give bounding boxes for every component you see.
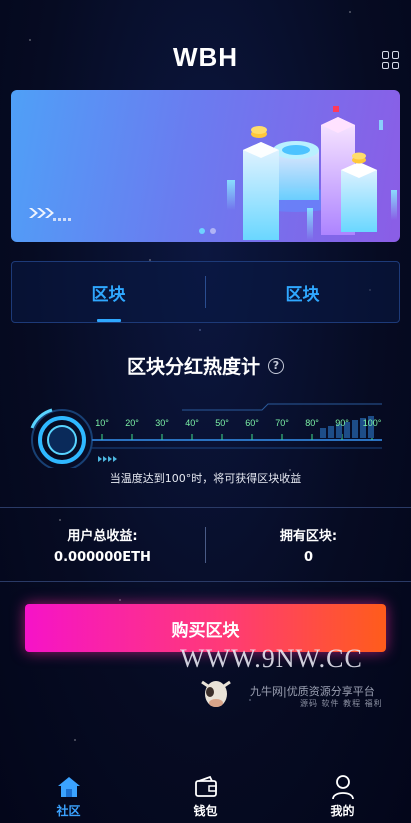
cow-logo-icon xyxy=(201,680,231,707)
stat-total-earnings: 用户总收益: 0.000000ETH xyxy=(0,525,205,565)
tick-label: 70° xyxy=(275,418,289,428)
tab-bar: 区块 区块 xyxy=(11,261,400,323)
tick-label: 100° xyxy=(362,418,382,428)
tab-block-second[interactable]: 区块 xyxy=(206,262,399,322)
carousel-dots xyxy=(199,228,216,234)
nav-item-profile[interactable]: 我的 xyxy=(303,768,383,819)
tick-label: 60° xyxy=(245,418,259,428)
tab-active-indicator xyxy=(96,319,121,322)
user-icon xyxy=(330,774,356,800)
heat-meter-title: 区块分红热度计 xyxy=(126,356,260,378)
stat-label: 拥有区块: xyxy=(279,528,338,544)
watermark-url: WWW.9NW.CC xyxy=(180,644,363,673)
nav-label: 社区 xyxy=(56,804,81,818)
grid-icon[interactable] xyxy=(382,51,400,69)
thermometer-note: 当温度达到100°时，将可获得区块收益 xyxy=(109,472,302,485)
tick-label: 90° xyxy=(335,418,349,428)
stat-value: 0 xyxy=(303,549,314,565)
banner-illustration xyxy=(29,106,397,240)
stat-value: 0.000000ETH xyxy=(54,549,151,565)
carousel-dot[interactable] xyxy=(199,228,205,234)
nav-label: 我的 xyxy=(330,804,355,818)
thermometer-tick-labels: 10° 20° 30° 40° 50° 60° 70° 80° 90° 100° xyxy=(95,418,392,448)
app-title: WBH xyxy=(172,42,239,72)
tick-label: 30° xyxy=(155,418,169,428)
tick-label: 40° xyxy=(185,418,199,428)
banner-carousel[interactable] xyxy=(11,90,400,242)
wallet-icon xyxy=(193,774,219,800)
stat-label: 用户总收益: xyxy=(67,528,138,544)
tick-label: 20° xyxy=(125,418,139,428)
nav-item-wallet[interactable]: 钱包 xyxy=(166,768,246,819)
heat-meter-heading: 区块分红热度计 ? xyxy=(0,352,411,379)
home-icon xyxy=(56,774,82,800)
bottom-nav: 社区 钱包 我的 xyxy=(0,768,411,823)
nav-label: 钱包 xyxy=(193,804,218,818)
tab-block-first[interactable]: 区块 xyxy=(12,262,205,322)
header: WBH xyxy=(0,0,411,90)
question-icon[interactable]: ? xyxy=(268,357,284,374)
tab-label: 区块 xyxy=(285,284,320,305)
tick-label: 80° xyxy=(305,418,319,428)
tick-label: 50° xyxy=(215,418,229,428)
carousel-dot[interactable] xyxy=(210,228,216,234)
tick-label: 10° xyxy=(95,418,109,428)
watermark-name: 九牛网|优质资源分享平台 xyxy=(250,685,375,698)
stats-panel: 用户总收益: 0.000000ETH 拥有区块: 0 xyxy=(0,507,411,582)
tab-label: 区块 xyxy=(91,284,126,305)
nav-item-community[interactable]: 社区 xyxy=(29,768,109,819)
watermark-sub: 源码 软件 教程 福利 xyxy=(300,699,383,708)
heat-thermometer: 10° 20° 30° 40° 50° 60° 70° 80° 90° 100° xyxy=(22,398,392,471)
stat-owned-blocks: 拥有区块: 0 xyxy=(206,525,411,565)
